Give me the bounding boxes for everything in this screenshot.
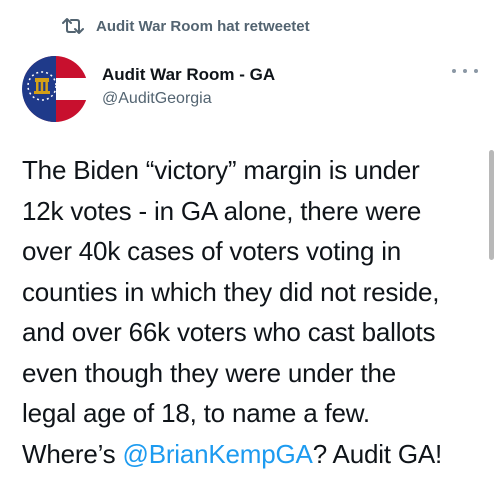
more-options-button[interactable] [452, 62, 478, 80]
author-name[interactable]: Audit War Room - GA [102, 64, 275, 86]
retweet-context[interactable]: Audit War Room hat retweetet [62, 14, 310, 38]
tweet-body: The Biden “victory” margin is under 12k … [22, 150, 484, 474]
more-dot-icon [474, 69, 478, 73]
more-dot-icon [452, 69, 456, 73]
more-dot-icon [463, 69, 467, 73]
tweet-line: The Biden “victory” margin is under [22, 155, 420, 185]
tweet-line: over 40k cases of voters voting in [22, 236, 402, 266]
author-handle[interactable]: @AuditGeorgia [102, 88, 275, 110]
tweet-line: legal age of 18, to name a few. [22, 398, 370, 428]
tweet-text-suffix: ? Audit GA! [312, 438, 443, 469]
tweet-author[interactable]: Audit War Room - GA @AuditGeorgia [102, 64, 275, 110]
scrollbar[interactable] [489, 150, 494, 260]
georgia-flag-avatar[interactable] [22, 56, 88, 122]
mention-link[interactable]: @BrianKempGA [123, 439, 313, 469]
retweet-label: Audit War Room hat retweetet [96, 17, 310, 35]
tweet-line: and over 66k voters who cast ballots [22, 317, 436, 347]
tweet-line: even though they were under the [22, 357, 396, 388]
tweet-line: counties in which they did not reside, [22, 276, 440, 307]
retweet-icon [62, 17, 84, 35]
tweet-line: Where’s @BrianKempGA? Audit GA! [22, 434, 484, 475]
tweet-text-prefix: Where’s [22, 438, 123, 469]
tweet-line: 12k votes - in GA alone, there were [22, 195, 422, 226]
